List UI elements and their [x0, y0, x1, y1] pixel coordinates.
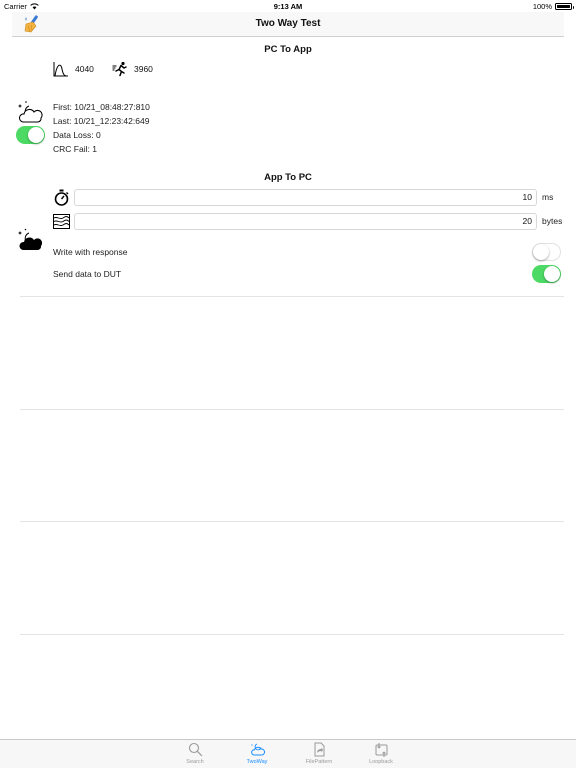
tab-search[interactable]: Search: [170, 742, 220, 765]
moon-cloud-filled-icon: [18, 228, 43, 250]
toggle-knob: [28, 127, 44, 143]
interval-input[interactable]: 10: [74, 188, 537, 206]
interval-unit: ms: [542, 192, 554, 202]
speed-stat: 3960: [112, 61, 153, 77]
loopback-icon: [375, 743, 387, 757]
tab-label: FilePattern: [305, 759, 333, 765]
tab-filepattern[interactable]: FilePattern: [294, 742, 344, 765]
send-data-toggle[interactable]: [532, 265, 561, 283]
moon-cloud-outline-icon: [18, 101, 43, 123]
toggle-knob: [544, 266, 560, 282]
tab-label: TwoWay: [246, 759, 268, 765]
status-time: 9:13 AM: [273, 2, 303, 11]
size-unit: bytes: [542, 216, 563, 226]
peak-stat: 4040: [53, 61, 94, 77]
interval-row: 10 ms: [53, 188, 565, 206]
battery-percent: 100%: [532, 2, 552, 11]
divider: [20, 634, 564, 635]
first-timestamp: First: 10/21_08:48:27:810: [53, 102, 150, 112]
page-title: Two Way Test: [255, 18, 321, 29]
write-with-response-label: Write with response: [53, 247, 128, 257]
divider: [20, 521, 564, 522]
data-loss-label: Data Loss: 0: [53, 130, 101, 140]
peak-curve-icon: [53, 62, 68, 77]
send-data-label: Send data to DUT: [53, 269, 122, 279]
running-man-icon: [112, 61, 127, 77]
status-bar: Carrier 9:13 AM 100%: [0, 0, 576, 12]
divider: [20, 296, 564, 297]
data-wave-icon: [53, 213, 70, 229]
file-share-icon: [314, 742, 324, 757]
size-row: 20 bytes: [53, 212, 565, 230]
speed-value: 3960: [134, 64, 153, 74]
tab-twoway[interactable]: TwoWay: [232, 742, 282, 765]
battery-info: 100%: [532, 2, 574, 11]
peak-value: 4040: [75, 64, 94, 74]
pc-to-app-toggle[interactable]: [16, 126, 45, 144]
tab-label: Loopback: [369, 759, 393, 765]
pc-to-app-title: PC To App: [264, 44, 312, 55]
tab-loopback[interactable]: Loopback: [356, 742, 406, 765]
last-timestamp: Last: 10/21_12:23:42:649: [53, 116, 150, 126]
crc-fail-label: CRC Fail: 1: [53, 144, 97, 154]
size-input[interactable]: 20: [74, 212, 537, 230]
app-to-pc-title: App To PC: [264, 172, 312, 183]
navigation-bar: Two Way Test: [12, 12, 564, 37]
toggle-knob: [533, 244, 549, 260]
divider: [20, 409, 564, 410]
write-with-response-toggle[interactable]: [532, 243, 561, 261]
stopwatch-icon: [54, 189, 69, 206]
tab-bar: Search TwoWay FilePattern Loopback: [0, 739, 576, 768]
battery-icon: [555, 3, 574, 10]
cloud-icon: [250, 743, 265, 756]
search-icon: [188, 742, 202, 757]
tab-label: Search: [186, 759, 204, 765]
